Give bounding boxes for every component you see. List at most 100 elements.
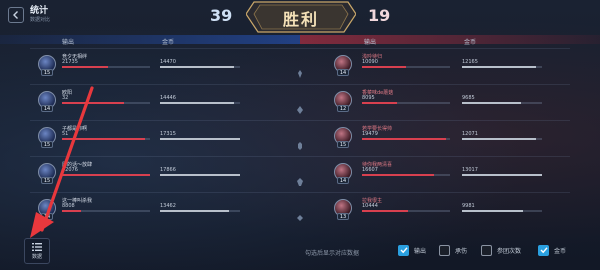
damage-bar <box>62 210 150 212</box>
table-row: 15 子都是你啊 51 17315 15 若学要长得帅 19479 12071 <box>30 120 570 156</box>
hero-level: 12 <box>337 105 349 112</box>
gold-bar <box>462 174 542 176</box>
damage-bar <box>62 174 150 176</box>
damage-bar <box>362 66 450 68</box>
damage-value: 10444 <box>362 203 378 209</box>
victory-banner: 胜利 <box>246 0 356 34</box>
damage-bar-fill <box>62 210 82 212</box>
gold-bar <box>462 210 542 212</box>
damage-value: 8095 <box>362 95 375 101</box>
hero-level: 14 <box>337 69 349 76</box>
damage-bar <box>362 102 450 104</box>
gold-bar <box>462 138 542 140</box>
damage-bar-fill <box>362 66 406 68</box>
blue-player[interactable]: 15 愿的话～放肆 42076 17866 <box>30 157 280 193</box>
red-player[interactable]: 15 若学要长得帅 19479 12071 <box>320 121 570 157</box>
table-row: 14 这一棒叫杀我 8808 13462 13 拉我很主 10444 9981 <box>30 192 570 228</box>
blue-team-strip <box>0 35 300 44</box>
red-player[interactable]: 14 待你我两清喜 16607 13017 <box>320 157 570 193</box>
blue-player[interactable]: 14 欧阳 32 14446 <box>30 85 280 121</box>
gold-value: 14470 <box>160 59 176 65</box>
damage-value: 19479 <box>362 131 378 137</box>
gold-bar-fill <box>160 210 229 212</box>
gold-bar <box>160 210 240 212</box>
gold-value: 13462 <box>160 203 176 209</box>
gold-value: 9981 <box>462 203 475 209</box>
hero-level: 15 <box>337 141 349 148</box>
filter-participation[interactable]: 参团次数 <box>481 244 521 256</box>
blue-player[interactable]: 15 子都是你啊 51 17315 <box>30 121 280 157</box>
gold-value: 12071 <box>462 131 478 137</box>
gold-bar <box>462 102 542 104</box>
damage-value: 42076 <box>62 167 78 173</box>
gold-bar-fill <box>160 138 240 140</box>
damage-bar-fill <box>62 102 125 104</box>
hero-level: 13 <box>337 213 349 220</box>
damage-value: 10090 <box>362 59 378 65</box>
gold-bar-fill <box>462 102 522 104</box>
damage-bar-fill <box>362 138 447 140</box>
table-row: 15 愿的话～放肆 42076 17866 14 待你我两清喜 16607 13… <box>30 156 570 192</box>
equipment-icon <box>296 135 304 150</box>
equipment-icon <box>296 99 304 114</box>
gold-bar-fill <box>462 66 537 68</box>
blue-player[interactable]: 15 竞夕无相绊 21735 14470 <box>30 49 280 85</box>
filter-gold[interactable]: 金币 <box>538 244 566 256</box>
hero-level: 14 <box>337 177 349 184</box>
checkbox-unchecked-icon[interactable] <box>439 244 450 256</box>
checkbox-checked-icon[interactable] <box>538 244 549 256</box>
red-damage-header: 输出 <box>364 39 377 46</box>
damage-bar-fill <box>362 102 398 104</box>
hero-level: 14 <box>41 213 53 220</box>
gold-bar-fill <box>462 174 542 176</box>
filter-hint: 勾选后显示对应数据 <box>305 250 360 257</box>
red-player[interactable]: 13 拉我很主 10444 9981 <box>320 193 570 229</box>
damage-bar <box>62 102 150 104</box>
gold-value: 17315 <box>160 131 176 137</box>
damage-bar <box>362 210 450 212</box>
equipment-icon <box>296 207 304 221</box>
gold-bar-fill <box>160 66 235 68</box>
damage-bar <box>362 138 450 140</box>
checkbox-unchecked-icon[interactable] <box>481 244 492 256</box>
damage-bar-fill <box>62 66 108 68</box>
data-button-label: 数据 <box>31 253 42 260</box>
damage-value: 21735 <box>62 59 78 65</box>
data-button[interactable]: 数据 <box>24 238 50 264</box>
gold-value: 17866 <box>160 167 176 173</box>
damage-bar <box>362 174 450 176</box>
filter-damage[interactable]: 输出 <box>398 244 426 256</box>
blue-team-score: 39 <box>210 6 233 25</box>
damage-value: 16607 <box>362 167 378 173</box>
gold-bar-fill <box>160 102 235 104</box>
gold-bar-fill <box>462 210 523 212</box>
damage-value: 32 <box>62 95 69 101</box>
chevron-left-icon <box>8 7 24 23</box>
gold-bar <box>462 66 542 68</box>
damage-bar-fill <box>362 174 435 176</box>
back-button[interactable]: 统计 数据对比 <box>8 4 68 26</box>
gold-bar <box>160 138 240 140</box>
hero-level: 15 <box>41 141 53 148</box>
blue-player[interactable]: 14 这一棒叫杀我 8808 13462 <box>30 193 280 229</box>
filter-label: 金币 <box>554 247 567 255</box>
page-title: 统计 <box>30 6 49 16</box>
gold-value: 13017 <box>462 167 478 173</box>
filter-damage-taken[interactable]: 承伤 <box>439 244 467 256</box>
gold-bar <box>160 66 240 68</box>
gold-value: 12165 <box>462 59 478 65</box>
filter-label: 承伤 <box>455 247 468 255</box>
checkbox-checked-icon[interactable] <box>398 244 409 256</box>
page-subtitle: 数据对比 <box>30 17 51 23</box>
damage-bar-fill <box>62 138 145 140</box>
table-row: 15 竞夕无相绊 21735 14470 14 浅吟待归 10090 12165 <box>30 48 570 84</box>
red-player[interactable]: 14 浅吟待归 10090 12165 <box>320 49 570 85</box>
table-row: 14 欧阳 32 14446 12 香菜味de蘑菇 8095 9685 <box>30 84 570 120</box>
red-player[interactable]: 12 香菜味de蘑菇 8095 9685 <box>320 85 570 121</box>
damage-bar-fill <box>62 174 150 176</box>
gold-value: 9685 <box>462 95 475 101</box>
result-text: 胜利 <box>282 10 319 29</box>
gold-bar-fill <box>160 174 240 176</box>
list-icon <box>32 242 42 251</box>
damage-bar-fill <box>362 210 408 212</box>
